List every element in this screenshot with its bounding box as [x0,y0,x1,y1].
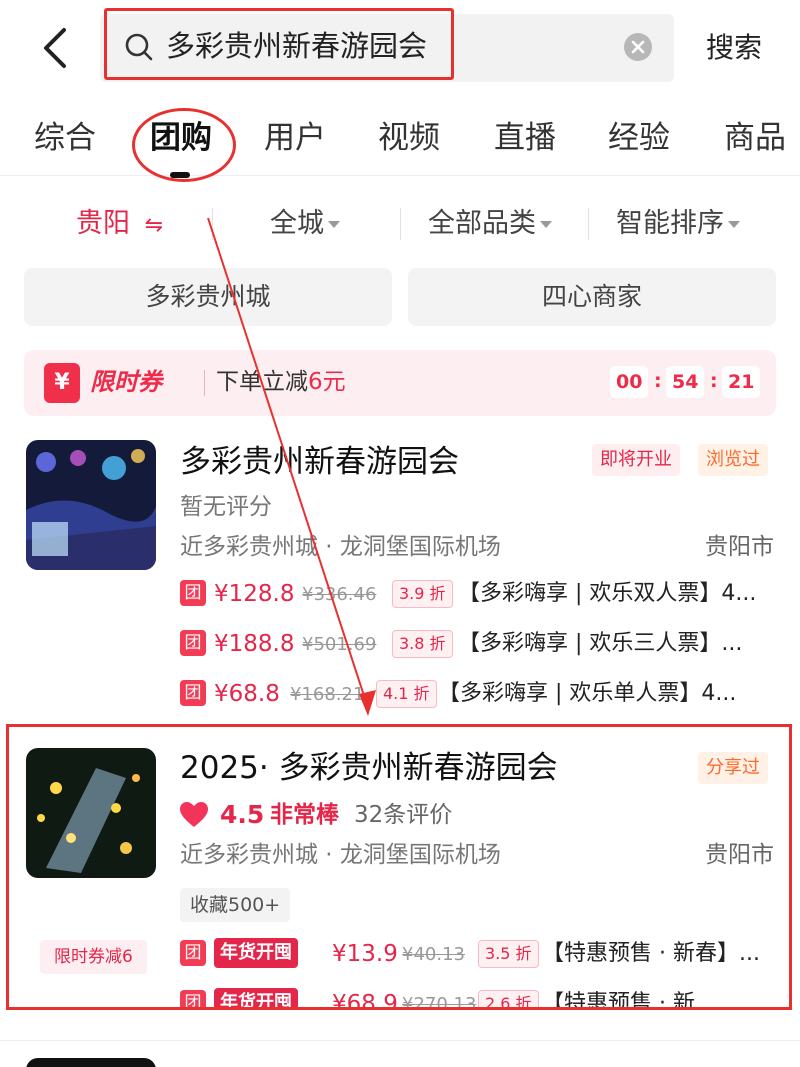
tab-products[interactable]: 商品 [724,116,786,160]
deal-name: 【多彩嗨享 | 欢乐单人票】4... [438,681,737,706]
deal-discount: 4.1 折 [376,680,437,708]
filter-divider [400,208,401,240]
coupon-text-prefix: 下单立减 [216,369,308,395]
group-buy-badge: 团 [180,680,206,706]
tab-users[interactable]: 用户 [264,116,326,160]
annotation-highlight-box [104,8,454,80]
filter-city[interactable]: 贵阳 ⇋ [76,204,163,246]
coupon-amount: 6元 [308,369,346,395]
deal-discount: 3.8 折 [392,630,453,658]
tag-opening-soon: 即将开业 [592,444,680,476]
deal-price: ¥188.8 [214,631,295,657]
filter-bar: 贵阳 ⇋ 全城 全部品类 智能排序 [0,180,800,266]
coupon-text: 下单立减6元 [216,362,346,402]
annotation-highlight-box [6,724,792,1010]
caret-down-icon [328,221,340,228]
caret-down-icon [728,221,740,228]
filter-area-label: 全城 [270,208,324,239]
deal-price: ¥68.8 [214,681,280,707]
filter-category[interactable]: 全部品类 [428,204,552,244]
switch-city-icon: ⇋ [144,213,164,238]
annotation-circle [132,108,236,182]
timer-colon: : [654,370,662,392]
location-text: 近多彩贵州城 · 龙洞堡国际机场 [180,534,501,560]
timer-colon: : [710,370,718,392]
filter-divider [588,208,589,240]
deal-name: 【多彩嗨享 | 欢乐双人票】4... [458,581,757,606]
divider [0,1040,800,1041]
tab-bar: 综合 团购 用户 视频 直播 经验 商品 [0,104,800,176]
tag-viewed: 浏览过 [698,444,768,476]
rating-text: 暂无评分 [180,494,272,520]
deal-discount: 3.9 折 [392,580,453,608]
timer-hours: 00 [610,366,649,398]
tab-experience[interactable]: 经验 [608,116,670,160]
filter-city-label: 贵阳 [76,208,130,239]
deal-row[interactable]: 团 ¥188.8 ¥501.69 3.8 折 【多彩嗨享 | 欢乐三人票】... [180,626,776,662]
timer-seconds: 21 [722,366,761,398]
deal-row[interactable]: 团 ¥68.8 ¥168.21 4.1 折 【多彩嗨享 | 欢乐单人票】4... [180,676,776,712]
result-title[interactable]: 多彩贵州新春游园会 [180,440,459,484]
deal-original-price: ¥168.21 [290,684,365,705]
filter-category-label: 全部品类 [428,208,536,239]
clear-icon[interactable] [624,33,652,61]
group-buy-badge: 团 [180,630,206,656]
search-button[interactable]: 搜索 [706,26,762,70]
deal-price: ¥128.8 [214,581,295,607]
deal-original-price: ¥501.69 [302,634,377,655]
timer-minutes: 54 [666,366,705,398]
result-thumbnail[interactable] [26,440,156,570]
coupon-banner[interactable]: ¥ 限时券 下单立减6元 00 : 54 : 21 [24,350,776,416]
filter-sort-label: 智能排序 [616,208,724,239]
filter-sort[interactable]: 智能排序 [616,204,740,244]
deal-name: 【多彩嗨享 | 欢乐三人票】... [458,631,743,656]
filter-area[interactable]: 全城 [270,204,340,244]
tab-live[interactable]: 直播 [494,116,556,160]
chip-four-heart-merchant[interactable]: 四心商家 [408,268,776,326]
coupon-yuan-icon: ¥ [44,363,80,403]
search-header: 多彩贵州新春游园会 搜索 [0,0,800,100]
tab-videos[interactable]: 视频 [378,116,440,160]
deal-original-price: ¥336.46 [302,584,377,605]
filter-divider [212,208,213,240]
coupon-divider [204,370,205,396]
next-result-thumbnail[interactable] [26,1058,156,1067]
chip-duocai-guizhou-city[interactable]: 多彩贵州城 [24,268,392,326]
back-arrow-icon[interactable] [36,24,76,72]
caret-down-icon [540,221,552,228]
tab-all[interactable]: 综合 [34,116,96,160]
city-label: 贵阳市 [705,534,774,560]
deal-row[interactable]: 团 ¥128.8 ¥336.46 3.9 折 【多彩嗨享 | 欢乐双人票】4..… [180,576,776,612]
coupon-title: 限时券 [90,368,162,396]
group-buy-badge: 团 [180,580,206,606]
